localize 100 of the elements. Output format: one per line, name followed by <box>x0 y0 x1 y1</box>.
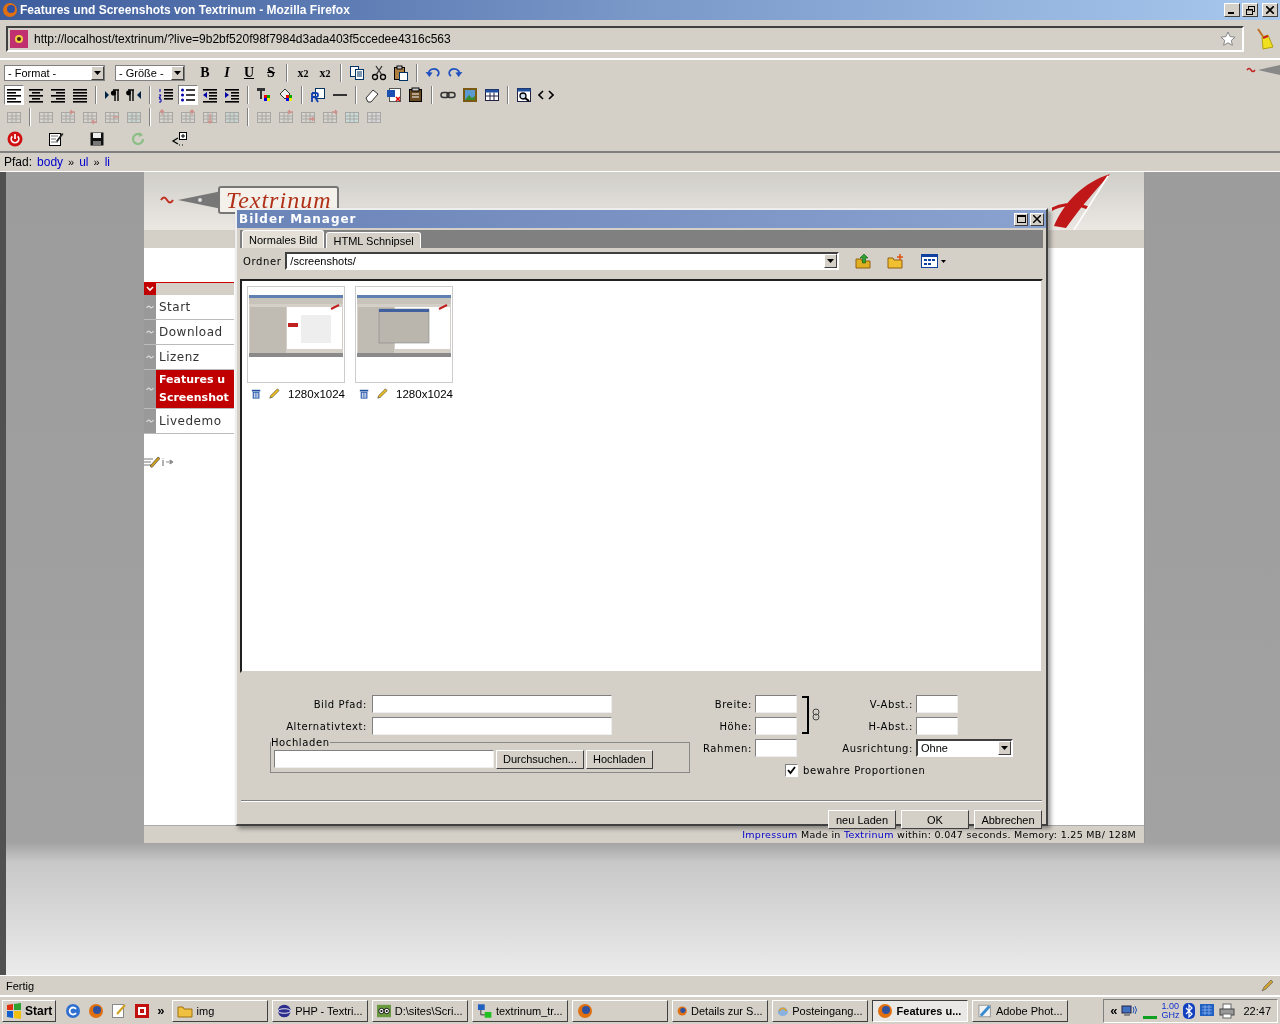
trash-icon[interactable] <box>251 387 262 400</box>
alt-text-field[interactable] <box>372 717 612 735</box>
minimize-button[interactable] <box>1224 3 1240 17</box>
dialog-tab[interactable]: Normales Bild <box>242 230 325 248</box>
menu-link[interactable]: Start <box>156 295 234 319</box>
width-field[interactable] <box>755 695 797 713</box>
upload-button[interactable]: Hochladen <box>586 749 653 769</box>
menu-link[interactable]: Download <box>156 320 234 344</box>
file-field[interactable] <box>274 750 494 768</box>
maximize-icon <box>1016 215 1026 223</box>
tilde-icon <box>146 330 154 334</box>
power-icon[interactable] <box>5 129 25 149</box>
browser-icon[interactable] <box>88 1002 105 1019</box>
vspace-field[interactable] <box>916 695 958 713</box>
hspace-field[interactable] <box>916 717 958 735</box>
dialog-tab[interactable]: HTML Schnipsel <box>326 232 421 248</box>
taskbar-button[interactable]: D:\sites\Scri... <box>371 999 468 1022</box>
border-field[interactable] <box>755 739 797 757</box>
bluetooth-icon[interactable] <box>1183 1002 1196 1019</box>
pencil-icon[interactable] <box>377 387 389 400</box>
format-select[interactable]: - Format - <box>4 65 105 81</box>
alignment-select[interactable]: Ohne <box>916 739 1013 757</box>
monitor-icon[interactable] <box>1199 1002 1216 1019</box>
bulleted-list-icon[interactable] <box>178 85 198 105</box>
height-field[interactable] <box>755 717 797 735</box>
browse-button[interactable]: Durchsuchen... <box>496 749 584 769</box>
dialog-button[interactable]: neu Laden <box>828 810 896 829</box>
feather-icon <box>976 1002 992 1019</box>
taskbar-button[interactable]: textrinum_tr... <box>471 999 568 1022</box>
textrinum-link[interactable]: Textrinum <box>844 829 894 840</box>
menu-link[interactable]: Livedemo <box>156 409 234 433</box>
menu-link[interactable]: Features u Screenshot <box>156 370 234 408</box>
printer-icon[interactable] <box>1219 1002 1236 1019</box>
proportions-label: bewahre Proportionen <box>803 764 926 776</box>
pencil-icon[interactable] <box>269 387 281 400</box>
restore-icon <box>1245 5 1255 15</box>
align-left-icon[interactable] <box>4 85 24 105</box>
format-button[interactable]: S <box>261 63 281 83</box>
cpu-meter-icon <box>1143 1015 1158 1019</box>
format-button[interactable]: B <box>195 63 215 83</box>
size-select[interactable]: - Größe - <box>115 65 185 81</box>
cut-icon[interactable] <box>369 63 389 83</box>
format-button[interactable]: U <box>239 63 259 83</box>
notepad-icon[interactable] <box>111 1002 128 1019</box>
restore-button[interactable] <box>1242 3 1258 17</box>
dialog-button[interactable]: OK <box>901 810 969 829</box>
width-label: Breite: <box>713 698 752 710</box>
network-icon[interactable] <box>1121 1003 1140 1018</box>
taskbar-button[interactable]: PHP - Textri... <box>271 999 368 1022</box>
copy-icon[interactable] <box>347 63 367 83</box>
path-separator: » <box>68 156 75 168</box>
view-mode-button[interactable] <box>921 254 948 268</box>
height-label: Höhe: <box>718 720 752 732</box>
tray-chevron[interactable]: « <box>1110 1003 1118 1018</box>
start-button[interactable]: Start <box>2 999 57 1022</box>
path-link[interactable]: li <box>104 155 110 169</box>
close-icon <box>1033 215 1041 223</box>
folder-select[interactable]: /screenshots/ <box>285 252 840 270</box>
path-link[interactable]: ul <box>79 155 89 169</box>
tilde-icon <box>146 355 154 359</box>
flower-icon <box>10 30 28 48</box>
paste-icon[interactable] <box>391 63 411 83</box>
edit-icon[interactable] <box>144 456 160 468</box>
maximize-button[interactable] <box>1014 212 1028 226</box>
taskbar-button[interactable]: Adobe Phot... <box>971 999 1068 1022</box>
close-button[interactable] <box>1030 212 1044 226</box>
collapse-icon[interactable] <box>144 283 156 295</box>
image-thumbnail[interactable] <box>355 286 453 383</box>
taskbar-button[interactable]: img <box>171 999 268 1022</box>
more-chevron[interactable]: » <box>157 1003 165 1018</box>
insert-marker-icon[interactable] <box>162 457 174 467</box>
proportions-checkbox[interactable] <box>785 763 798 777</box>
preview-icon[interactable] <box>514 85 534 105</box>
tilde-icon <box>146 387 154 391</box>
browser-icon <box>576 1002 593 1019</box>
refresh-icon[interactable] <box>65 1002 82 1019</box>
image-icon[interactable] <box>460 85 480 105</box>
image-thumbnail[interactable] <box>247 286 345 383</box>
menu-link[interactable]: Lizenz <box>156 345 234 369</box>
word-document-icon[interactable] <box>384 85 404 105</box>
paste-special-icon[interactable] <box>308 85 328 105</box>
cpu-unit: GHz <box>1161 1010 1180 1020</box>
broom-icon[interactable] <box>1254 28 1274 50</box>
taskbar-button[interactable]: Details zur S... <box>671 999 768 1022</box>
path-separator: » <box>93 156 100 168</box>
trash-icon[interactable] <box>359 387 370 400</box>
close-button[interactable] <box>1262 3 1278 17</box>
image-path-field[interactable] <box>372 695 612 713</box>
path-link[interactable]: body <box>37 155 64 169</box>
window-icon[interactable] <box>134 1002 151 1019</box>
taskbar-button[interactable]: Features u... <box>871 999 968 1022</box>
dialog-button[interactable]: Abbrechen <box>974 810 1042 829</box>
caret-icon <box>94 71 101 75</box>
impressum-link[interactable]: Impressum <box>742 829 798 840</box>
folder-up-icon[interactable] <box>855 253 872 269</box>
address-field[interactable]: http://localhost/textrinum/?live=9b2bf520f98f7984d3ada403f5ccedee4316c563 <box>6 26 1244 52</box>
format-button[interactable]: I <box>217 63 237 83</box>
taskbar-button[interactable]: Posteingang... <box>771 999 868 1022</box>
taskbar-button[interactable] <box>571 999 668 1022</box>
bookmark-star-icon[interactable] <box>1220 31 1236 47</box>
